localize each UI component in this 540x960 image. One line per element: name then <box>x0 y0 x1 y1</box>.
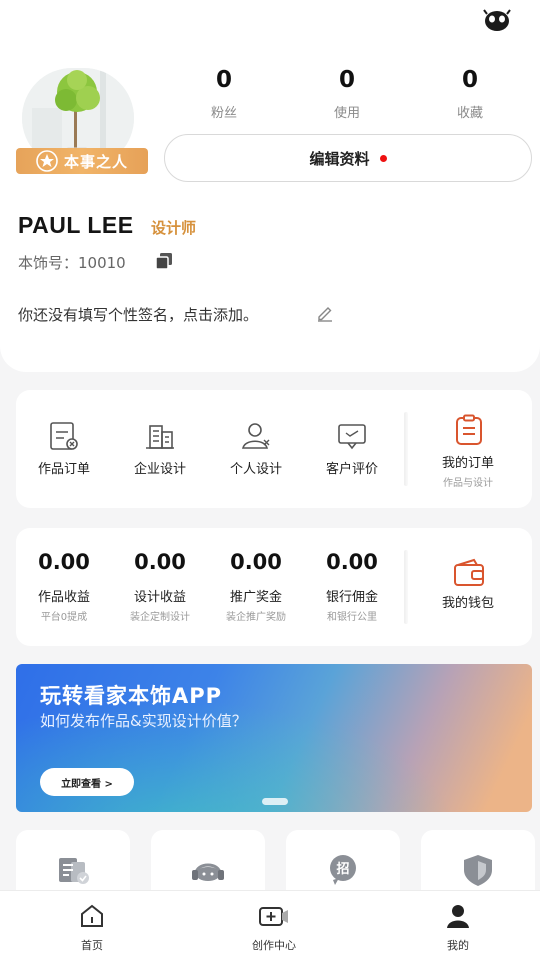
earning-sub: 和银行公里 <box>327 612 377 623</box>
stat-favorites[interactable]: 0 收藏 <box>422 64 518 121</box>
service-label: 个人设计 <box>229 462 282 477</box>
user-name: PAUL LEE <box>18 212 134 238</box>
banner-title: 玩转看家本饰APP <box>40 684 223 708</box>
home-icon <box>78 903 106 929</box>
document-check-icon <box>53 852 93 888</box>
service-work-orders[interactable]: 作品订单 <box>16 390 112 508</box>
tab-label: 首页 <box>81 939 103 952</box>
earning-value: 0.00 <box>230 550 282 574</box>
my-orders-sub: 作品与设计 <box>443 478 493 489</box>
services-card: 作品订单 企业设计 个人设计 客户评价 我的订单 作品与设计 <box>16 390 532 508</box>
create-icon <box>258 903 290 929</box>
stat-value: 0 <box>461 67 478 93</box>
my-orders-button[interactable]: 我的订单 作品与设计 <box>420 390 516 508</box>
earning-sub: 装企定制设计 <box>130 612 190 623</box>
shield-icon <box>458 852 498 888</box>
recruit-icon: 招 <box>323 852 363 888</box>
earning-bank[interactable]: 0.00 银行佣金 和银行公里 <box>304 528 400 646</box>
earning-sub: 平台0提成 <box>40 612 88 623</box>
earning-label: 推广奖金 <box>229 590 282 605</box>
earning-value: 0.00 <box>38 550 90 574</box>
user-role: 设计师 <box>151 219 197 237</box>
tab-label: 我的 <box>447 939 469 952</box>
svg-text:招: 招 <box>336 861 349 877</box>
promo-banner[interactable]: 玩转看家本饰APP 如何发布作品&实现设计价值？ 立即查看 > <box>16 664 532 812</box>
earning-label: 作品收益 <box>37 590 90 605</box>
card-divider <box>404 412 408 486</box>
earning-label: 银行佣金 <box>325 590 378 605</box>
stat-uses[interactable]: 0 使用 <box>299 64 395 121</box>
earning-design[interactable]: 0.00 设计收益 装企定制设计 <box>112 528 208 646</box>
stat-value: 0 <box>338 67 355 93</box>
order-doc-icon <box>46 420 82 452</box>
profile-icon <box>444 903 472 929</box>
earning-value: 0.00 <box>326 550 378 574</box>
comment-icon <box>334 420 370 452</box>
service-enterprise-design[interactable]: 企业设计 <box>112 390 208 508</box>
clipboard-icon <box>452 414 486 446</box>
pencil-icon[interactable] <box>316 304 334 322</box>
banner-subtitle: 如何发布作品&实现设计价值？ <box>40 712 247 730</box>
bottom-tab-bar: 首页 创作中心 我的 <box>0 890 540 960</box>
my-wallet-button[interactable]: 我的钱包 <box>420 528 516 646</box>
user-id: 本饰号：10010 <box>18 254 126 272</box>
service-customer-reviews[interactable]: 客户评价 <box>304 390 400 508</box>
stat-fans[interactable]: 0 粉丝 <box>176 64 272 121</box>
earning-label: 设计收益 <box>133 590 186 605</box>
edit-profile-button[interactable]: 编辑资料 <box>164 134 532 182</box>
card-divider <box>404 550 408 624</box>
stat-label: 粉丝 <box>210 106 237 121</box>
building-icon <box>142 420 178 452</box>
tab-label: 创作中心 <box>252 939 296 952</box>
earning-sub: 装企推广奖励 <box>226 612 286 623</box>
badge-label: 本事之人 <box>64 152 129 171</box>
service-personal-design[interactable]: 个人设计 <box>208 390 304 508</box>
scan-icon[interactable] <box>482 8 512 34</box>
profile-header: 本事之人 0 粉丝 0 使用 0 收藏 编辑资料 PAUL LEE 设计师 本饰… <box>0 0 540 372</box>
earning-works[interactable]: 0.00 作品收益 平台0提成 <box>16 528 112 646</box>
avatar[interactable]: 本事之人 <box>16 68 148 176</box>
earning-promotion[interactable]: 0.00 推广奖金 装企推广奖励 <box>208 528 304 646</box>
my-wallet-label: 我的钱包 <box>441 596 494 611</box>
earning-value: 0.00 <box>134 550 186 574</box>
banner-view-button[interactable]: 立即查看 > <box>40 768 134 796</box>
service-label: 客户评价 <box>325 462 378 477</box>
user-bio[interactable]: 你还没有填写个性签名，点击添加。 <box>18 304 258 325</box>
headset-icon <box>188 852 228 888</box>
notification-dot <box>379 154 387 162</box>
service-label: 作品订单 <box>37 462 90 477</box>
talent-badge: 本事之人 <box>16 148 148 174</box>
tab-home[interactable]: 首页 <box>32 891 152 960</box>
my-orders-label: 我的订单 <box>441 456 494 471</box>
star-badge-icon <box>34 148 60 174</box>
tab-create[interactable]: 创作中心 <box>214 891 334 960</box>
tab-mine[interactable]: 我的 <box>398 891 518 960</box>
copy-icon[interactable] <box>154 252 174 270</box>
stat-label: 收藏 <box>456 106 483 121</box>
stat-value: 0 <box>215 67 232 93</box>
edit-profile-label: 编辑资料 <box>309 149 370 168</box>
stat-label: 使用 <box>333 106 360 121</box>
service-label: 企业设计 <box>133 462 186 477</box>
carousel-indicator <box>262 798 288 805</box>
person-icon <box>238 420 274 452</box>
earnings-card: 0.00 作品收益 平台0提成 0.00 设计收益 装企定制设计 0.00 推广… <box>16 528 532 646</box>
wallet-icon <box>452 558 486 590</box>
